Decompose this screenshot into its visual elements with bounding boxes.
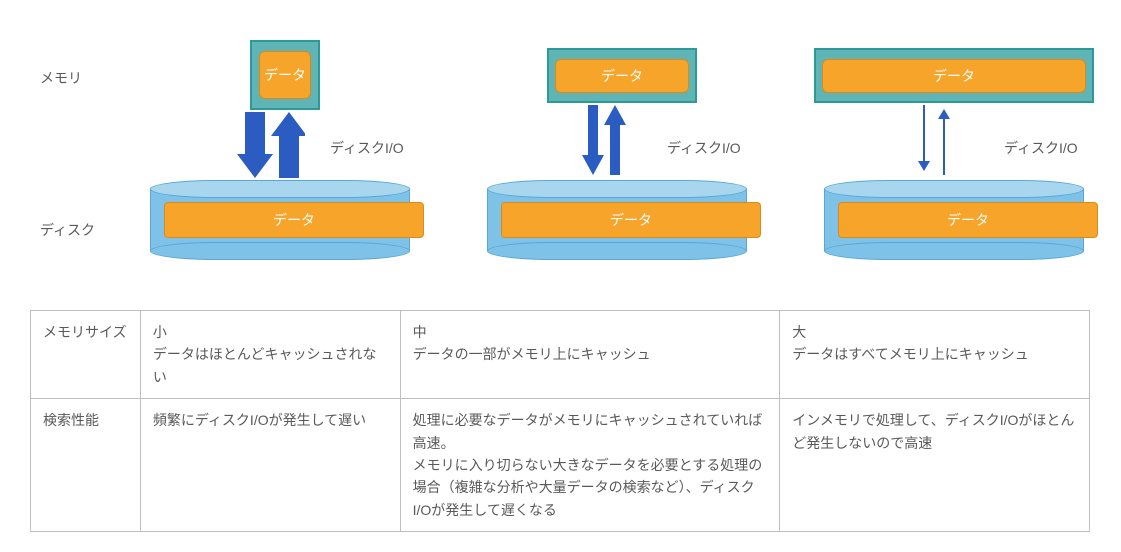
cell-title: 大 xyxy=(792,324,806,340)
cell-title: 小 xyxy=(153,324,167,340)
cell-title: 中 xyxy=(413,324,427,340)
memory-box-small: データ xyxy=(250,40,320,110)
label-memory: メモリ xyxy=(40,68,82,88)
data-chip: データ xyxy=(501,202,761,238)
cell-memsize-medium: 中 データの一部がメモリ上にキャッシュ xyxy=(400,311,780,399)
diagram-columns: データ ディスクI/O データ データ xyxy=(120,20,1091,280)
data-chip: データ xyxy=(555,59,689,93)
row-labels: メモリ ディスク xyxy=(30,20,120,280)
memory-box-medium: データ xyxy=(547,48,697,103)
cell-perf-medium: 処理に必要なデータがメモリにキャッシュされていれば高速。 メモリに入り切らない大… xyxy=(400,399,780,532)
disk-cylinder: データ xyxy=(487,180,747,260)
diagram-area: メモリ ディスク データ ディスクI/O データ xyxy=(30,20,1091,280)
io-arrows-thin xyxy=(909,106,1019,176)
cell-body: データの一部がメモリ上にキャッシュ xyxy=(413,346,651,362)
table-row: メモリサイズ 小 データはほとんどキャッシュされない 中 データの一部がメモリ上… xyxy=(31,311,1090,399)
disk-cylinder: データ xyxy=(824,180,1084,260)
data-chip: データ xyxy=(259,51,311,99)
memory-box-large: データ xyxy=(814,48,1094,103)
io-arrows-medium xyxy=(572,106,682,176)
cell-body: データはほとんどキャッシュされない xyxy=(153,346,377,384)
cell-memsize-large: 大 データはすべてメモリ上にキャッシュ xyxy=(780,311,1090,399)
io-arrows-thick xyxy=(235,112,345,182)
io-label: ディスクI/O xyxy=(1004,138,1078,158)
cell-perf-label: 検索性能 xyxy=(31,399,141,532)
cell-memsize-label: メモリサイズ xyxy=(31,311,141,399)
data-chip: データ xyxy=(164,202,424,238)
column-medium: データ ディスクI/O データ xyxy=(457,20,754,280)
comparison-table: メモリサイズ 小 データはほとんどキャッシュされない 中 データの一部がメモリ上… xyxy=(30,310,1090,532)
cell-memsize-small: 小 データはほとんどキャッシュされない xyxy=(140,311,400,399)
cell-perf-large: インメモリで処理して、ディスクI/Oがほとんど発生しないので高速 xyxy=(780,399,1090,532)
label-disk: ディスク xyxy=(40,220,95,240)
io-label: ディスクI/O xyxy=(330,138,404,158)
data-chip: データ xyxy=(838,202,1098,238)
column-large: データ ディスクI/O データ xyxy=(794,20,1091,280)
cell-body: データはすべてメモリ上にキャッシュ xyxy=(792,346,1028,362)
io-label: ディスクI/O xyxy=(667,138,741,158)
cell-perf-small: 頻繁にディスクI/Oが発生して遅い xyxy=(140,399,400,532)
disk-cylinder: データ xyxy=(150,180,410,260)
table-row: 検索性能 頻繁にディスクI/Oが発生して遅い 処理に必要なデータがメモリにキャッ… xyxy=(31,399,1090,532)
column-small: データ ディスクI/O データ xyxy=(120,20,417,280)
data-chip: データ xyxy=(822,59,1086,93)
